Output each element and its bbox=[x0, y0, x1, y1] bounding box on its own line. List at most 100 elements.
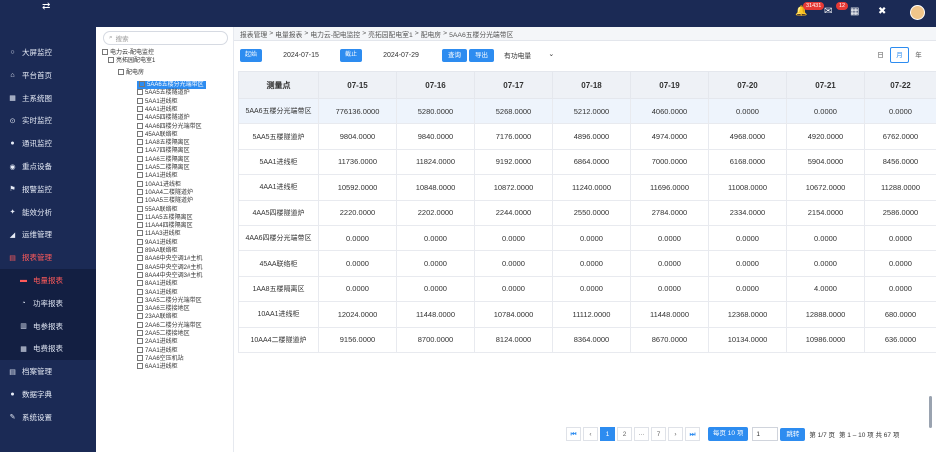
sidebar-subitem-1[interactable]: ◔ 功率报表 bbox=[0, 291, 96, 315]
checkbox-icon[interactable] bbox=[137, 172, 143, 179]
sidebar-item-4[interactable]: ● 通讯监控 bbox=[0, 132, 96, 155]
checkbox-icon[interactable] bbox=[137, 255, 143, 262]
table-row[interactable]: 10AA4二楼隧道炉 9156.0000 8700.0000 8124.0000 836… bbox=[238, 326, 936, 353]
breadcrumb-item[interactable]: 报表管理 bbox=[240, 29, 267, 39]
period-tab[interactable]: 年 bbox=[909, 47, 928, 63]
sidebar-subitem-3[interactable]: ▦ 电费报表 bbox=[0, 337, 96, 361]
breadcrumb-item[interactable]: 配电房 bbox=[421, 29, 441, 39]
end-date-input[interactable]: 2024-07-29 bbox=[362, 49, 440, 62]
sidebar-item-1[interactable]: ⌂ 平台首页 bbox=[0, 64, 96, 87]
page-ellipsis[interactable]: ··· bbox=[634, 427, 649, 441]
tree-leaf[interactable]: 11AA5五楼隔离区 bbox=[137, 213, 193, 222]
checkbox-icon[interactable] bbox=[137, 354, 143, 361]
tree-search-input[interactable]: ⌕ 搜索 bbox=[103, 31, 228, 45]
last-page-button[interactable]: ⏭ bbox=[685, 427, 700, 441]
checkbox-icon[interactable] bbox=[137, 213, 143, 220]
page-2-button[interactable]: 2 bbox=[617, 427, 632, 441]
table-row[interactable]: 5AA6五楼分光端带区 776136.0000 5280.0000 5268.0000… bbox=[238, 97, 936, 125]
checkbox-icon[interactable] bbox=[137, 321, 143, 328]
jump-button[interactable]: 跳转 bbox=[780, 427, 806, 441]
tree-root[interactable]: 电力云-配电监控 bbox=[102, 49, 154, 57]
tree-leaf[interactable]: 8AA6中央空调1#主机 bbox=[137, 255, 202, 263]
breadcrumb-item[interactable]: 电量报表 bbox=[275, 29, 302, 39]
checkbox-icon[interactable] bbox=[118, 69, 124, 75]
period-tab[interactable]: 日 bbox=[871, 47, 890, 63]
tree-leaf[interactable]: 2AA6二楼分光端带区 bbox=[137, 321, 202, 330]
table-row[interactable]: 5AA1进线柜 11736.0000 11824.0000 9192.0000 6864… bbox=[238, 148, 936, 176]
tree-leaf[interactable]: 10AA1进线柜 bbox=[137, 180, 181, 189]
checkbox-icon[interactable] bbox=[137, 247, 143, 253]
table-row[interactable]: 10AA1进线柜 12024.0000 11448.0000 10784.0000 11… bbox=[238, 301, 936, 328]
checkbox-icon[interactable] bbox=[137, 230, 143, 237]
sidebar-item-0[interactable]: ○ 大屏监控 bbox=[0, 41, 96, 64]
table-row[interactable]: 1AA8五楼隔离区 0.0000 0.0000 0.0000 0.0000 0.0000 0… bbox=[238, 275, 936, 303]
tree-leaf[interactable]: 10AA4二楼隧道炉 bbox=[137, 188, 193, 197]
page-1-button[interactable]: 1 bbox=[600, 427, 615, 441]
sidebar-item-after-2[interactable]: ✎ 系统设置 bbox=[0, 406, 96, 429]
tree-leaf[interactable]: 2AA5二楼接地区 bbox=[137, 330, 190, 338]
tree-leaf[interactable]: 4AA1进线柜 bbox=[137, 105, 178, 114]
tree-leaf[interactable]: 1AA1进线柜 bbox=[137, 172, 178, 180]
sidebar-item-7[interactable]: ✦ 能效分析 bbox=[0, 201, 96, 224]
page-7-button[interactable]: 7 bbox=[651, 427, 666, 441]
tree-leaf[interactable]: 11AA3进线柜 bbox=[137, 230, 181, 238]
checkbox-icon[interactable] bbox=[137, 147, 143, 154]
tree-leaf[interactable]: 8AA1进线柜 bbox=[137, 280, 178, 288]
start-date-input[interactable]: 2024-07-15 bbox=[262, 49, 340, 62]
checkbox-icon[interactable] bbox=[137, 305, 143, 312]
energy-type-select[interactable]: 有功电量 ⌄ bbox=[504, 50, 554, 60]
tree-leaf[interactable]: 7AA1进线柜 bbox=[137, 346, 178, 355]
checkbox-icon[interactable] bbox=[137, 280, 143, 287]
sidebar-subitem-0[interactable]: ▬ 电量报表 bbox=[0, 269, 96, 292]
checkbox-icon[interactable] bbox=[137, 288, 143, 295]
sidebar-subitem-2[interactable]: ▥ 电参报表 bbox=[0, 314, 96, 338]
checkbox-icon[interactable] bbox=[137, 197, 143, 204]
table-row[interactable]: 4AA1进线柜 10592.0000 10848.0000 10872.0000 112… bbox=[238, 174, 936, 201]
mail-icon[interactable]: ✉ bbox=[824, 6, 832, 17]
sidebar-item-5[interactable]: ◉ 重点设备 bbox=[0, 155, 96, 178]
tree-leaf[interactable]: 11AA4四楼隔离区 bbox=[137, 222, 193, 230]
checkbox-icon[interactable] bbox=[137, 313, 143, 320]
tree-leaf[interactable]: 1AA6三楼隔离区 bbox=[137, 155, 190, 164]
checkbox-icon[interactable] bbox=[137, 114, 143, 121]
tree-leaf[interactable]: 5AA1进线柜 bbox=[137, 97, 178, 106]
tree-leaf[interactable]: 23AA联络柜 bbox=[137, 313, 178, 321]
checkbox-icon[interactable] bbox=[137, 205, 143, 212]
sidebar-item-6[interactable]: ⚑ 报警监控 bbox=[0, 178, 96, 201]
tree-leaf[interactable]: 4AA6四楼分光端带区 bbox=[137, 122, 202, 131]
checkbox-icon[interactable] bbox=[137, 89, 143, 96]
checkbox-icon[interactable] bbox=[108, 57, 114, 63]
checkbox-icon[interactable] bbox=[137, 263, 143, 270]
checkbox-icon[interactable] bbox=[137, 139, 143, 146]
checkbox-icon[interactable] bbox=[137, 105, 143, 112]
grid-icon[interactable]: ▦ bbox=[850, 6, 859, 17]
tree-leaf[interactable]: 3AA5二楼分光端带区 bbox=[137, 296, 202, 305]
breadcrumb-item[interactable]: 电力云-配电监控 bbox=[310, 29, 360, 39]
checkbox-icon[interactable] bbox=[137, 155, 143, 162]
tree-leaf[interactable]: 55AA联络柜 bbox=[137, 205, 178, 214]
tree-leaf[interactable]: 1AA7四楼隔离区 bbox=[137, 147, 190, 155]
checkbox-icon[interactable] bbox=[137, 222, 143, 229]
tree-leaf[interactable]: 7AA6空压机站 bbox=[137, 354, 184, 363]
tree-leaf[interactable]: 3AA6三楼接地区 bbox=[137, 305, 190, 313]
tree-leaf[interactable]: 5AA6五楼分光端带区 bbox=[137, 81, 206, 89]
checkbox-icon[interactable] bbox=[137, 363, 143, 370]
tree-leaf[interactable]: 45AA联络柜 bbox=[137, 130, 178, 139]
checkbox-icon[interactable] bbox=[137, 271, 143, 278]
breadcrumb-item[interactable]: 亮拓园配电室1 bbox=[368, 29, 413, 39]
page-size-select[interactable]: 每页 10 项 bbox=[708, 427, 749, 441]
sidebar-item-9[interactable]: ▤ 报表管理 bbox=[0, 246, 96, 269]
tree-leaf[interactable]: 6AA1进线柜 bbox=[137, 363, 178, 371]
tree-leaf[interactable]: 1AA8五楼隔离区 bbox=[137, 139, 190, 147]
checkbox-icon[interactable] bbox=[137, 180, 143, 187]
tree-node-level1[interactable]: 亮拓园配电室1 bbox=[108, 57, 155, 65]
jump-page-input[interactable]: 1 bbox=[752, 427, 779, 441]
checkbox-icon[interactable] bbox=[137, 346, 143, 353]
sidebar-item-after-0[interactable]: ▤ 档案管理 bbox=[0, 360, 96, 383]
tree-leaf[interactable]: 2AA1进线柜 bbox=[137, 338, 178, 346]
checkbox-icon[interactable] bbox=[137, 238, 143, 245]
tree-leaf[interactable]: 5AA5五楼隧道炉 bbox=[137, 89, 190, 97]
sidebar-item-3[interactable]: ⊙ 实时监控 bbox=[0, 109, 96, 132]
checkbox-icon[interactable] bbox=[137, 296, 143, 303]
next-page-button[interactable]: › bbox=[668, 427, 683, 441]
